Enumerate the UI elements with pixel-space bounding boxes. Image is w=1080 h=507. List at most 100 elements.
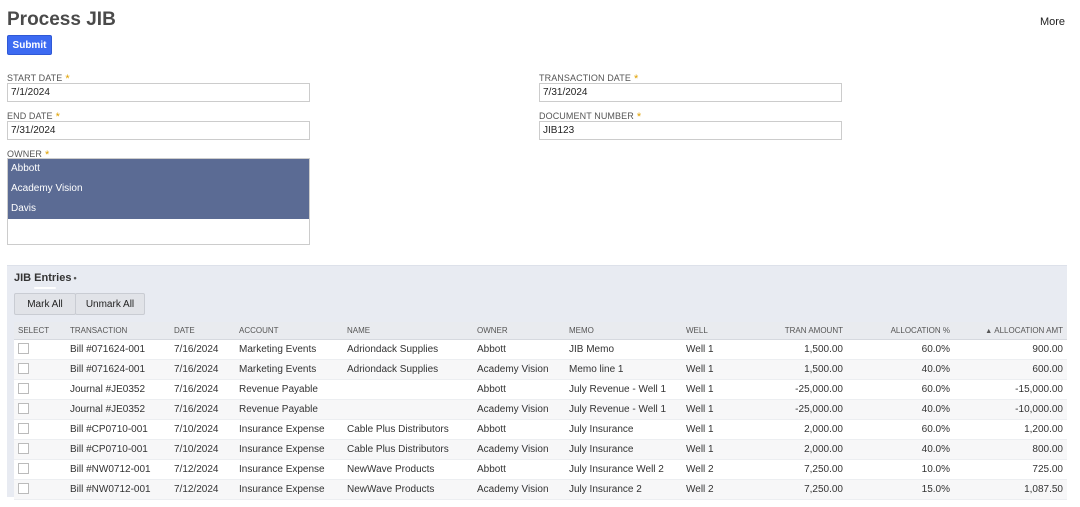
column-header-label: ALLOCATION % (890, 325, 950, 335)
submit-button[interactable]: Submit (7, 35, 52, 55)
select-cell[interactable] (14, 379, 66, 400)
table-row: Bill #071624-001 7/16/2024 Marketing Event… (14, 339, 1067, 360)
mark-all-button[interactable]: Mark All (14, 293, 76, 315)
column-header-owner[interactable]: OWNER (473, 322, 565, 340)
cell-allocation-amt: 800.00 (954, 439, 1067, 460)
cell-allocation: 40.0% (847, 359, 954, 380)
select-checkbox[interactable] (18, 403, 29, 415)
cell-owner: Abbott (473, 339, 565, 360)
cell-date: 7/16/2024 (170, 379, 235, 400)
cell-owner: Academy Vision (473, 359, 565, 380)
owner-option-academy-vision[interactable]: Academy Vision (8, 179, 309, 199)
start-date-input[interactable] (7, 83, 310, 102)
cell-account: Insurance Expense (235, 419, 343, 440)
cell-memo: July Revenue - Well 1 (565, 399, 682, 420)
select-cell[interactable] (14, 459, 66, 480)
cell-memo: Memo line 1 (565, 359, 682, 380)
select-cell[interactable] (14, 339, 66, 360)
select-checkbox[interactable] (18, 463, 29, 475)
cell-name: Cable Plus Distributors (343, 439, 473, 460)
select-checkbox[interactable] (18, 343, 29, 355)
column-header-label: NAME (347, 325, 371, 335)
document-number-input[interactable] (539, 121, 842, 140)
jib-entries-tab[interactable]: JIB Entries • (14, 272, 77, 284)
cell-date: 7/12/2024 (170, 479, 235, 500)
cell-memo: July Insurance Well 2 (565, 459, 682, 480)
select-checkbox[interactable] (18, 483, 29, 495)
owner-option-abbott[interactable]: Abbott (8, 159, 309, 179)
table-row: Bill #NW0712-001 7/12/2024 Insurance Expen… (14, 479, 1067, 500)
cell-name: NewWave Products (343, 459, 473, 480)
cell-allocation-amt: 1,200.00 (954, 419, 1067, 440)
cell-allocation: 60.0% (847, 419, 954, 440)
column-header-memo[interactable]: MEMO (565, 322, 682, 340)
column-header-account[interactable]: ACCOUNT (235, 322, 343, 340)
cell-name: NewWave Products (343, 479, 473, 500)
cell-well: Well 2 (682, 459, 737, 480)
column-header-transaction[interactable]: TRANSACTION (66, 322, 170, 340)
select-cell[interactable] (14, 399, 66, 420)
cell-date: 7/16/2024 (170, 399, 235, 420)
cell-name: Adriondack Supplies (343, 359, 473, 380)
cell-owner: Academy Vision (473, 479, 565, 500)
select-cell[interactable] (14, 439, 66, 460)
cell-name: Adriondack Supplies (343, 339, 473, 360)
cell-allocation-amt: -10,000.00 (954, 399, 1067, 420)
cell-owner: Academy Vision (473, 399, 565, 420)
table-row: Journal #JE0352 7/16/2024 Revenue Payable A… (14, 399, 1067, 420)
cell-allocation: 15.0% (847, 479, 954, 500)
column-header-allocation[interactable]: ALLOCATION % (847, 322, 954, 340)
column-header-name[interactable]: NAME (343, 322, 473, 340)
select-cell[interactable] (14, 359, 66, 380)
cell-allocation-amt: 1,087.50 (954, 479, 1067, 500)
column-header-label: ACCOUNT (239, 325, 279, 335)
cell-date: 7/16/2024 (170, 359, 235, 380)
tab-dot-icon: • (73, 273, 77, 283)
cell-transaction: Bill #071624-001 (66, 359, 170, 380)
column-header-select[interactable]: SELECT (14, 322, 66, 340)
cell-tran-amount: 1,500.00 (737, 339, 847, 360)
table-row: Bill #CP0710-001 7/10/2024 Insurance Expen… (14, 439, 1067, 460)
cell-transaction: Journal #JE0352 (66, 399, 170, 420)
column-header-label: TRAN AMOUNT (784, 325, 843, 335)
column-header-allocation-amt[interactable]: ▲ ALLOCATION AMT (954, 322, 1067, 340)
cell-transaction: Bill #CP0710-001 (66, 419, 170, 440)
cell-transaction: Bill #071624-001 (66, 339, 170, 360)
cell-account: Insurance Expense (235, 459, 343, 480)
column-header-date[interactable]: DATE (170, 322, 235, 340)
select-cell[interactable] (14, 479, 66, 500)
unmark-all-button[interactable]: Unmark All (75, 293, 145, 315)
cell-owner: Academy Vision (473, 439, 565, 460)
select-checkbox[interactable] (18, 443, 29, 455)
cell-transaction: Bill #CP0710-001 (66, 439, 170, 460)
cell-well: Well 1 (682, 399, 737, 420)
owner-option-davis[interactable]: Davis (8, 199, 309, 219)
cell-well: Well 1 (682, 339, 737, 360)
select-checkbox[interactable] (18, 363, 29, 375)
cell-transaction: Bill #NW0712-001 (66, 479, 170, 500)
cell-tran-amount: 2,000.00 (737, 439, 847, 460)
transaction-date-label-text: TRANSACTION DATE (539, 73, 631, 83)
select-checkbox[interactable] (18, 383, 29, 395)
end-date-input[interactable] (7, 121, 310, 140)
cell-name (343, 399, 473, 420)
jib-entries-sublist: JIB Entries • Mark All Unmark All SELECT T… (7, 265, 1067, 500)
start-date-label-text: START DATE (7, 73, 63, 83)
cell-memo: July Insurance (565, 419, 682, 440)
column-header-tran-amount[interactable]: TRAN AMOUNT (737, 322, 847, 340)
cell-owner: Abbott (473, 419, 565, 440)
more-link[interactable]: More (1040, 16, 1065, 28)
column-header-label: SELECT (18, 325, 50, 335)
transaction-date-input[interactable] (539, 83, 842, 102)
cell-date: 7/10/2024 (170, 419, 235, 440)
document-number-label-text: DOCUMENT NUMBER (539, 111, 634, 121)
cell-name (343, 379, 473, 400)
cell-allocation: 10.0% (847, 459, 954, 480)
page-title: Process JIB (7, 9, 116, 30)
select-checkbox[interactable] (18, 423, 29, 435)
column-header-well[interactable]: WELL (682, 322, 737, 340)
owner-multiselect[interactable]: Abbott Academy Vision Davis (7, 158, 310, 245)
select-cell[interactable] (14, 419, 66, 440)
cell-allocation: 40.0% (847, 439, 954, 460)
end-date-label-text: END DATE (7, 111, 53, 121)
